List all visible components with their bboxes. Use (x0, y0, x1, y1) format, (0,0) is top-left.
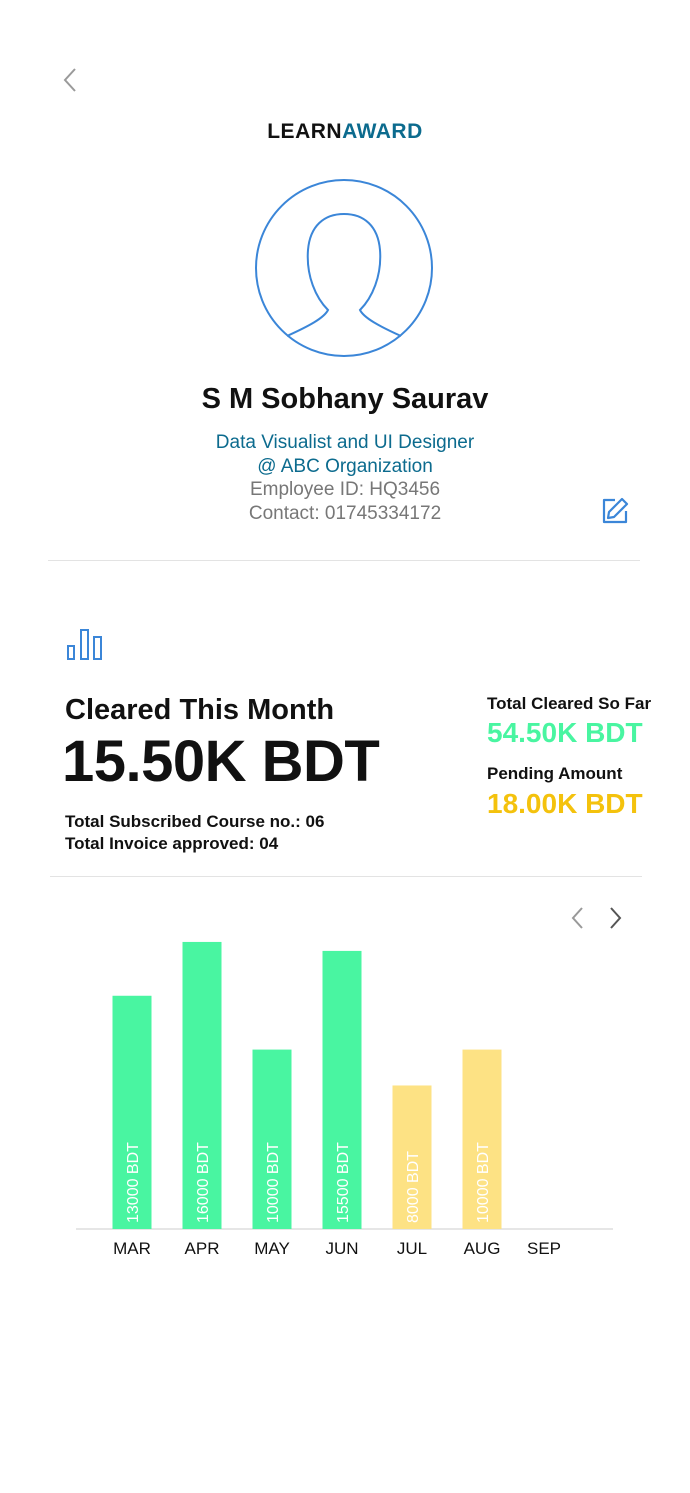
profile-role: Data Visualist and UI Designer (215, 432, 475, 453)
cleared-month-value: 15.50K BDT (62, 729, 380, 794)
x-tick-label: AUG (464, 1239, 501, 1258)
employee-id: Employee ID: HQ3456 (249, 479, 441, 500)
back-button[interactable] (55, 62, 87, 98)
contact-number: Contact: 01745334172 (248, 503, 442, 524)
bar-value-label: 8000 BDT (405, 1151, 422, 1223)
bar-value-label: 13000 BDT (125, 1142, 142, 1223)
section-divider (50, 876, 642, 877)
bar-value-label: 16000 BDT (195, 1142, 212, 1223)
x-tick-label: JUL (397, 1239, 427, 1258)
x-tick-label: MAR (113, 1239, 151, 1258)
total-cleared-value: 54.50K BDT (487, 717, 643, 748)
chevron-left-icon (63, 68, 76, 92)
brand-part-learn: LEARN (267, 120, 343, 143)
brand-part-award: AWARD (342, 120, 423, 143)
summary-icon (64, 627, 106, 663)
bar-value-label: 10000 BDT (265, 1142, 282, 1223)
section-divider (48, 560, 640, 561)
edit-icon (602, 497, 629, 524)
edit-profile-button[interactable] (600, 496, 630, 526)
user-avatar-icon (255, 179, 433, 357)
subscribed-courses: Total Subscribed Course no.: 06 (65, 812, 325, 831)
x-tick-label: JUN (325, 1239, 358, 1258)
bar-value-label: 10000 BDT (475, 1142, 492, 1223)
monthly-bar-chart: 13000 BDT MAR 16000 BDT APR 10000 BDT MAY 1550… (76, 941, 613, 1258)
x-tick-label: SEP (527, 1239, 561, 1258)
total-cleared-label: Total Cleared So Far (487, 694, 652, 713)
avatar (254, 178, 434, 360)
cleared-month-label: Cleared This Month (65, 694, 335, 726)
invoices-approved: Total Invoice approved: 04 (65, 834, 279, 853)
x-tick-label: MAY (254, 1239, 290, 1258)
pending-amount-value: 18.00K BDT (487, 788, 643, 819)
bar-chart-icon (67, 629, 102, 660)
profile-organization: @ ABC Organization (257, 456, 433, 477)
pending-amount-label: Pending Amount (487, 764, 623, 783)
x-tick-label: APR (185, 1239, 220, 1258)
profile-name: S M Sobhany Saurav (201, 383, 489, 415)
bar-value-label: 15500 BDT (335, 1142, 352, 1223)
app-logo: LEARNAWARD (0, 120, 690, 144)
